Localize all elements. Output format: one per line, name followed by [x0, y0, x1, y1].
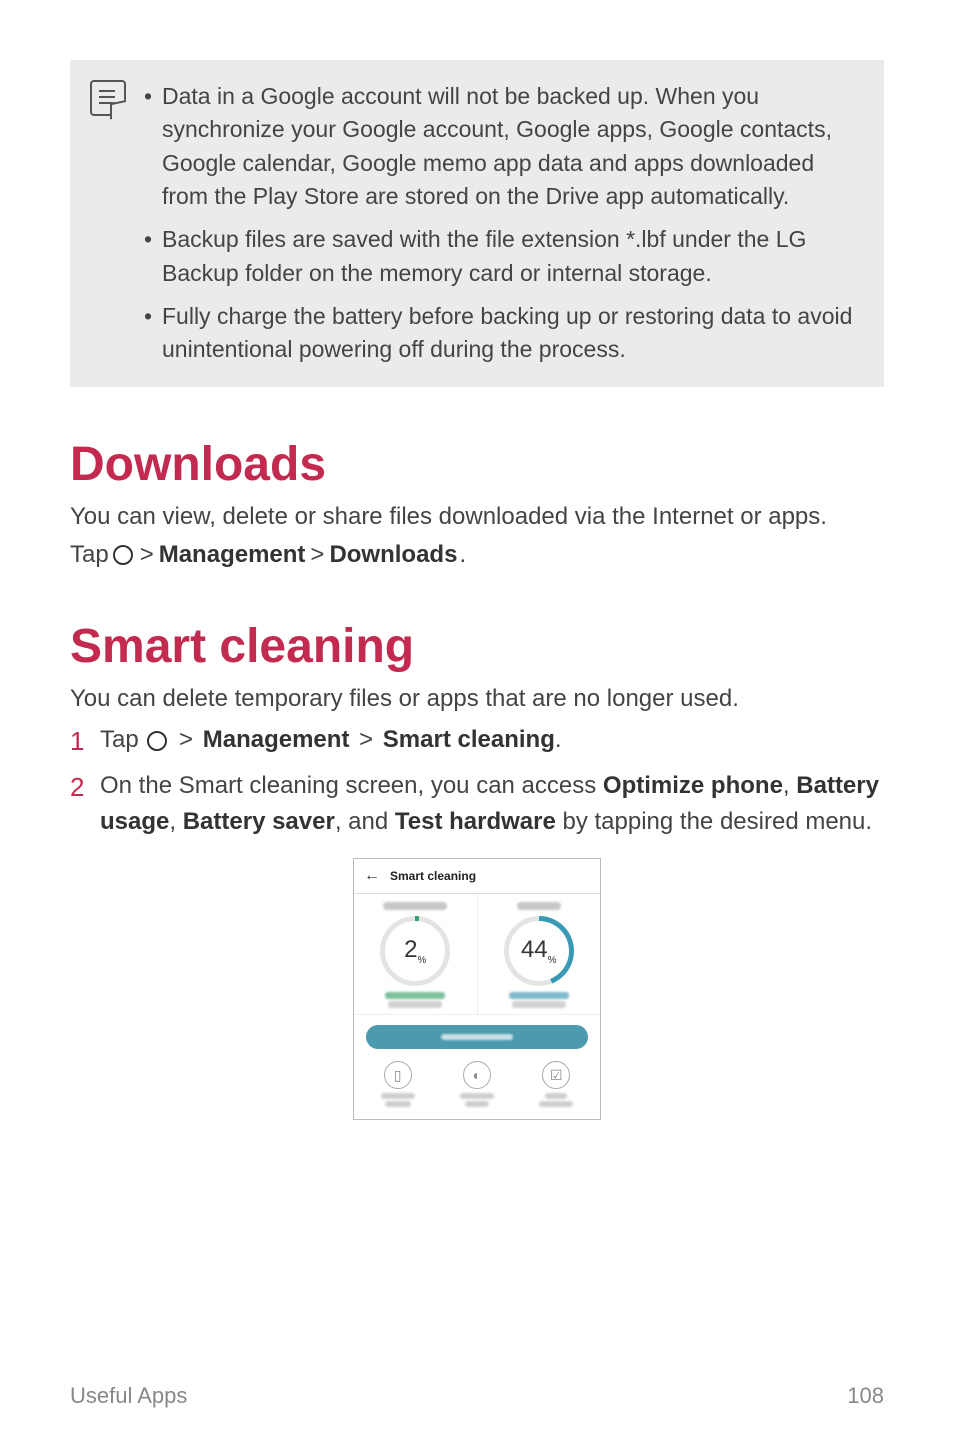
sc-header: ← Smart cleaning [354, 859, 600, 894]
home-circle-icon [113, 545, 133, 565]
comma: , [169, 808, 182, 835]
note-list: Data in a Google account will not be bac… [144, 80, 859, 367]
tap-label: Tap [100, 726, 145, 753]
path-smart-cleaning: Smart cleaning [383, 726, 555, 753]
sc-title: Smart cleaning [390, 869, 476, 883]
battery-icon: ▯ [384, 1061, 412, 1089]
page-number: 108 [847, 1383, 884, 1409]
step-1: Tap > Management > Smart cleaning. [70, 722, 884, 758]
sc-storage-row: 2% 44% [354, 894, 600, 1014]
opt-optimize-phone: Optimize phone [603, 772, 783, 799]
note-box: Data in a Google account will not be bac… [70, 60, 884, 387]
downloads-desc: You can view, delete or share files down… [70, 500, 884, 535]
note-item: Backup files are saved with the file ext… [144, 223, 859, 290]
path-management: Management [203, 726, 350, 753]
tap-label: Tap [70, 541, 109, 569]
internal-storage-label [383, 902, 447, 910]
percent-sign: % [548, 955, 557, 966]
memory-label [517, 902, 561, 910]
footer-section: Useful Apps [70, 1383, 187, 1409]
chevron-icon: > [179, 726, 193, 753]
chevron-icon: > [359, 726, 373, 753]
check-phone-icon: ☑ [542, 1061, 570, 1089]
free-label [512, 1001, 566, 1008]
opt-battery-saver: Battery saver [183, 808, 335, 835]
in-use-label [385, 992, 445, 999]
step-2: On the Smart cleaning screen, you can ac… [70, 768, 884, 840]
battery-saver-button[interactable]: ◐ [437, 1061, 516, 1109]
internal-storage-value: 2 [404, 936, 417, 963]
section-title-smart-cleaning: Smart cleaning [70, 619, 884, 674]
optimize-phone-button[interactable] [366, 1025, 588, 1049]
period: . [555, 726, 562, 753]
period: . [459, 541, 466, 569]
leaf-icon: ◐ [463, 1061, 491, 1089]
note-item: Data in a Google account will not be bac… [144, 80, 859, 213]
home-circle-icon [147, 731, 167, 751]
back-arrow-icon[interactable]: ← [364, 867, 380, 885]
opt-test-hardware: Test hardware [395, 808, 556, 835]
internal-storage-cell[interactable]: 2% [354, 894, 478, 1014]
memory-ring: 44% [504, 916, 574, 986]
chevron-icon: > [140, 541, 154, 569]
comma: , [783, 772, 796, 799]
smart-desc: You can delete temporary files or apps t… [70, 682, 884, 717]
step2-text: On the Smart cleaning screen, you can ac… [100, 772, 603, 799]
memory-value: 44 [521, 936, 548, 963]
section-title-downloads: Downloads [70, 437, 884, 492]
page-footer: Useful Apps 108 [70, 1383, 884, 1409]
sc-bottom-row: ▯ ◐ ☑ [354, 1055, 600, 1119]
smart-steps: Tap > Management > Smart cleaning. On th… [70, 722, 884, 840]
smart-cleaning-screenshot: ← Smart cleaning 2% 44% ▯ ◐ [353, 858, 601, 1120]
in-use-label [509, 992, 569, 999]
memory-cell[interactable]: 44% [478, 894, 601, 1014]
optimize-row [354, 1014, 600, 1055]
test-hardware-button[interactable]: ☑ [517, 1061, 596, 1109]
note-item: Fully charge the battery before backing … [144, 300, 859, 367]
free-label [388, 1001, 442, 1008]
and: , and [335, 808, 395, 835]
step2-tail: by tapping the desired menu. [556, 808, 872, 835]
downloads-path: Tap > Management > Downloads. [70, 541, 884, 569]
path-downloads: Downloads [329, 541, 457, 569]
path-management: Management [159, 541, 306, 569]
percent-sign: % [417, 955, 426, 966]
battery-usage-button[interactable]: ▯ [358, 1061, 437, 1109]
internal-storage-ring: 2% [380, 916, 450, 986]
chevron-icon: > [310, 541, 324, 569]
note-icon [90, 80, 126, 367]
